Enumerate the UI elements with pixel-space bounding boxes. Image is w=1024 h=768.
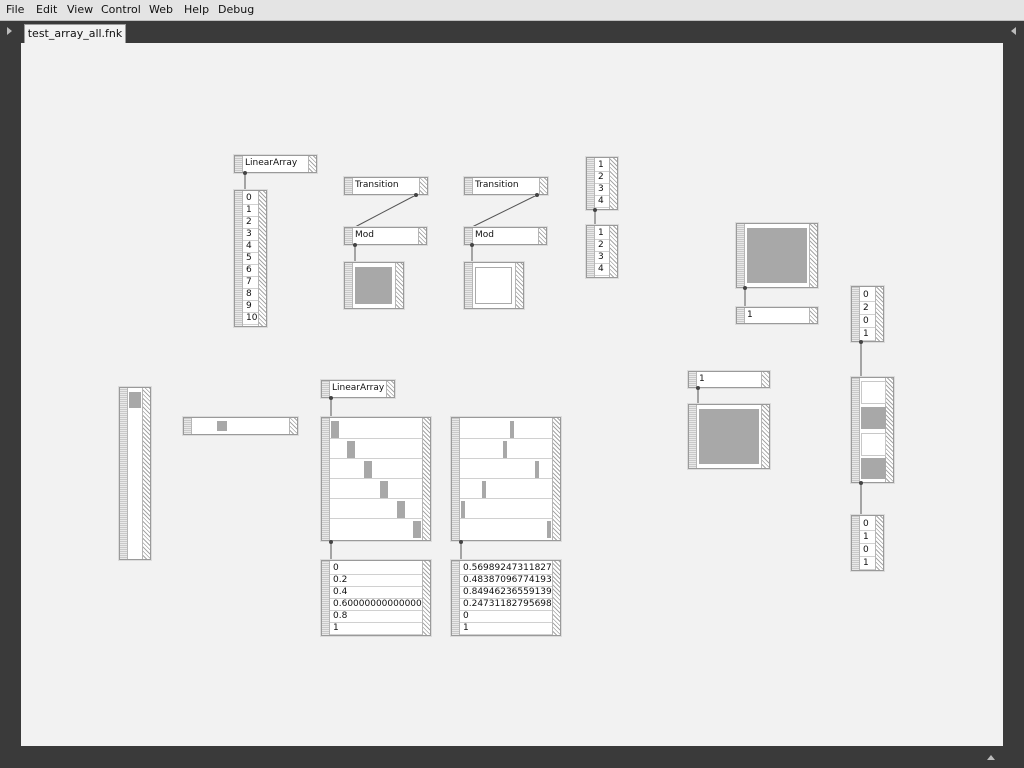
scroll-up-icon[interactable] [987,755,995,760]
mod-node-2[interactable]: Mod [464,227,547,245]
swatch-cell [861,458,886,479]
menu-web[interactable]: Web [149,0,173,20]
color-swatch-node-1[interactable] [344,262,404,309]
swatch-fill [475,267,512,304]
array-list-node-1[interactable]: 0 1 2 3 4 5 6 7 8 9 10 [234,190,267,327]
tab-bar: test_array_all.fnk [21,21,1003,44]
list-item: 10 [243,312,258,325]
slider-handle[interactable] [347,441,355,458]
mod-node-1[interactable]: Mod [344,227,427,245]
slider-array-node-left[interactable] [321,417,431,541]
color-swatch-node-4[interactable] [688,404,770,469]
slider-handle[interactable] [397,501,405,518]
slider-handle[interactable] [547,521,551,538]
value-list-node-left[interactable]: 0 0.2 0.4 0.6000000000000001 0.8 1 [321,560,431,636]
list-item: 0 [860,544,875,557]
bottom-bar [21,746,1003,768]
slider-handle[interactable] [535,461,539,478]
slider-handle[interactable] [413,521,421,538]
swatch-fill [699,409,759,464]
swatch-cell [861,433,886,456]
slider-handle[interactable] [331,421,339,438]
value-label: 1 [699,374,705,384]
list-item: 1 [860,328,875,341]
list-item: 0 [860,315,875,328]
menu-debug[interactable]: Debug [218,0,254,20]
slider-handle[interactable] [503,441,507,458]
swatch-cell [861,381,886,404]
linear-array-node-2[interactable]: LinearArray [321,380,395,398]
swatch-fill [355,267,392,304]
menu-edit[interactable]: Edit [36,0,57,20]
list-item: 4 [595,263,609,276]
slider-handle[interactable] [510,421,514,438]
vertical-slider-node[interactable] [119,387,151,560]
tab-test-array-all[interactable]: test_array_all.fnk [24,24,126,44]
patch-canvas[interactable]: LinearArray 0 1 2 3 4 5 6 7 8 9 10 Trans… [21,43,1003,746]
list-item: 1 [460,622,552,635]
list-item: 1 [860,531,875,544]
slider-handle[interactable] [380,481,388,498]
swatch-fill [747,228,807,283]
slider-handle[interactable] [461,501,465,518]
mod-label: Mod [475,230,494,240]
expand-right-icon[interactable] [1011,27,1016,35]
value-node-1[interactable]: 1 [736,307,818,324]
swatch-array-node[interactable] [851,377,894,483]
menu-file[interactable]: File [6,0,24,20]
menu-help[interactable]: Help [184,0,209,20]
linear-array-node-1[interactable]: LinearArray [234,155,317,173]
list-item: 1 [860,557,875,570]
list-item: 1 [330,622,422,635]
slider-handle[interactable] [217,421,227,431]
slider-handle[interactable] [364,461,372,478]
list-item: 0 [860,289,875,302]
value-node-2[interactable]: 1 [688,371,770,388]
color-swatch-node-2[interactable] [464,262,524,309]
transition-label: Transition [475,180,519,190]
value-list-node-right[interactable]: 0.5698924731182796 0.4838709677419355 0.… [451,560,561,636]
slider-array-node-right[interactable] [451,417,561,541]
list-node-right-bottom[interactable]: 0 1 0 1 [851,515,884,571]
linear-array-label: LinearArray [245,158,298,168]
right-strip [1003,21,1024,768]
list-item: 4 [595,195,609,208]
list-item: 2 [860,302,875,315]
list-item: 0 [860,518,875,531]
slider-handle[interactable] [129,392,141,408]
list-node-right-top[interactable]: 0 2 0 1 [851,286,884,342]
small-list-node-a[interactable]: 1 2 3 4 [586,157,618,210]
left-strip [0,21,21,768]
transition-label: Transition [355,180,399,190]
expand-left-icon[interactable] [7,27,12,35]
menu-control[interactable]: Control [101,0,141,20]
mod-label: Mod [355,230,374,240]
small-list-node-b[interactable]: 1 2 3 4 [586,225,618,278]
menu-view[interactable]: View [67,0,93,20]
slider-handle[interactable] [482,481,486,498]
horizontal-slider-node[interactable] [183,417,298,435]
swatch-cell [861,407,886,429]
color-swatch-node-3[interactable] [736,223,818,288]
menu-bar: File Edit View Control Web Help Debug [0,0,1024,21]
value-label: 1 [747,310,753,320]
linear-array-label: LinearArray [332,383,385,393]
